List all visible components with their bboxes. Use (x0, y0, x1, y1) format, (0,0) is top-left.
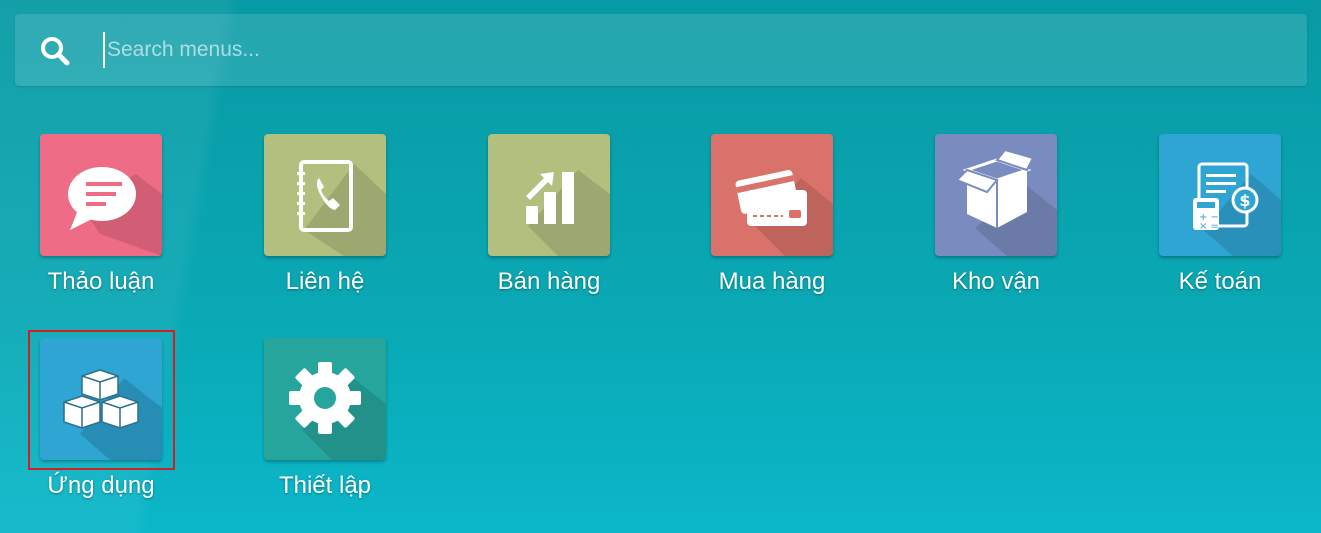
app-thiet-lap[interactable]: Thiết lập (245, 338, 405, 518)
search-bar (15, 14, 1307, 86)
app-thao-luan[interactable]: Thảo luận (21, 134, 181, 314)
app-label: Ứng dụng (47, 472, 155, 499)
app-lien-he[interactable]: Liên hệ (245, 134, 405, 314)
app-kho-van[interactable]: Kho vận (916, 134, 1076, 314)
contact-book-icon (297, 160, 386, 256)
search-icon[interactable] (39, 35, 71, 67)
chat-bubble-icon (68, 167, 162, 256)
invoice-icon: + − × = $ (1193, 162, 1281, 256)
app-label: Thảo luận (47, 268, 155, 295)
box-icon (955, 148, 1057, 256)
app-tile[interactable] (488, 134, 610, 256)
app-ke-toan[interactable]: + − × = $ Kế toán (1140, 134, 1300, 314)
app-ban-hang[interactable]: Bán hàng (469, 134, 629, 314)
selection-highlight (28, 330, 175, 470)
app-tile[interactable] (40, 134, 162, 256)
app-label: Liên hệ (285, 268, 365, 295)
app-label: Kho vận (951, 268, 1041, 295)
app-label: Thiết lập (278, 472, 372, 499)
gear-icon (289, 362, 386, 460)
search-input[interactable] (103, 32, 1283, 68)
app-tile[interactable]: + − × = $ (1159, 134, 1281, 256)
credit-card-icon (735, 170, 833, 256)
app-tile[interactable] (935, 134, 1057, 256)
app-label: Kế toán (1178, 268, 1262, 295)
app-tile[interactable] (264, 338, 386, 460)
app-label: Bán hàng (497, 268, 601, 295)
app-tile[interactable] (711, 134, 833, 256)
app-tile[interactable] (264, 134, 386, 256)
app-label: Mua hàng (718, 268, 826, 295)
sales-chart-icon (526, 170, 610, 256)
svg-text:× =: × = (1199, 221, 1219, 232)
app-mua-hang[interactable]: Mua hàng (692, 134, 852, 314)
svg-text:$: $ (1239, 191, 1250, 210)
